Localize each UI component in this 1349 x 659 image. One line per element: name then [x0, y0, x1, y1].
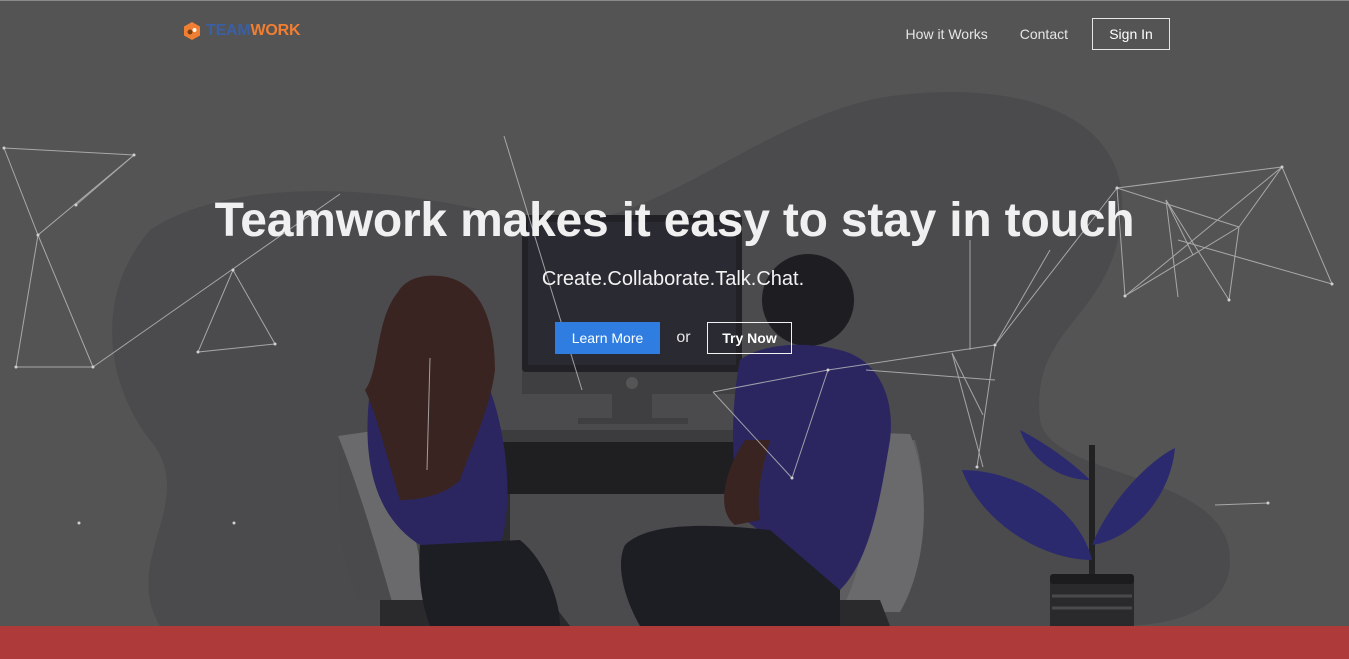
- or-separator: or: [676, 329, 691, 346]
- logo-text: TEAMWORK: [206, 22, 301, 40]
- logo[interactable]: TEAMWORK: [182, 21, 301, 41]
- hero-title: Teamwork makes it easy to stay in touch: [214, 194, 1135, 247]
- hexagon-logo-icon: [184, 22, 200, 40]
- hero-illustration: [2, 92, 1334, 626]
- bottom-section-band: [0, 626, 1349, 659]
- top-nav: How it Works Contact Sign In: [906, 18, 1170, 50]
- nav-link-contact[interactable]: Contact: [1020, 18, 1068, 50]
- sign-in-button[interactable]: Sign In: [1092, 18, 1170, 50]
- logo-text-work: WORK: [250, 22, 301, 39]
- try-now-button[interactable]: Try Now: [707, 322, 792, 354]
- nav-link-how-it-works[interactable]: How it Works: [906, 18, 988, 50]
- logo-text-team: TEAM: [206, 22, 251, 39]
- hero-actions: Learn More or Try Now: [555, 322, 792, 354]
- hero-subtitle: Create.Collaborate.Talk.Chat.: [541, 268, 805, 290]
- landing-page: TEAMWORK How it Works Contact Sign In Te…: [0, 0, 1349, 659]
- learn-more-button[interactable]: Learn More: [555, 322, 660, 354]
